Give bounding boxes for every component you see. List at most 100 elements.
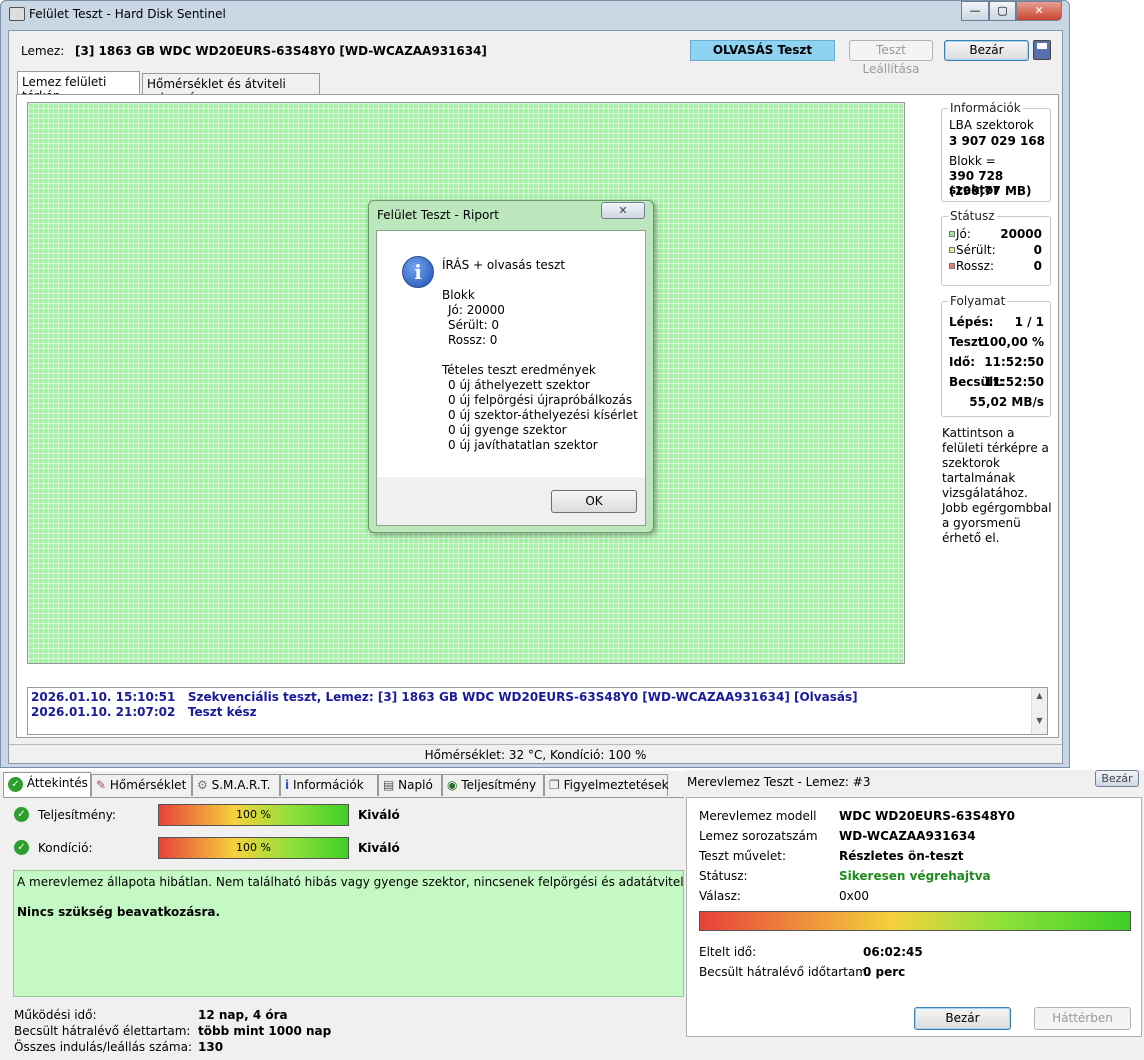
overview-panel: ✓ Áttekintés ✎ Hőmérséklet ⚙ S.M.A.R.T. … [0,771,757,1060]
disk-test-content: Merevlemez modell WDC WD20EURS-63S48Y0 L… [686,797,1142,1037]
elapsed-label: Eltelt idő: [699,945,757,959]
scroll-up-icon[interactable]: ▲ [1032,691,1047,700]
block-mb: (190,77 MB) [949,184,1032,198]
tab-temperature-speed[interactable]: Hőmérséklet és átviteli sebesség [142,73,320,105]
progress-box: Folyamat Lépés: 1 / 1 Teszt: 100,00 % Id… [941,294,1051,417]
model-label: Merevlemez modell [699,809,817,823]
report-result: 0 új szektor-áthelyezési kísérlet [448,408,638,422]
report-result: 0 új áthelyezett szektor [448,378,590,392]
progress-legend: Folyamat [948,294,1008,308]
window-title: Felület Teszt - Hard Disk Sentinel [29,7,226,21]
serial-label: Lemez sorozatszám [699,829,818,843]
hint-click: Kattintson a felületi térképre a szektor… [942,426,1049,500]
toolbar: Lemez: [3] 1863 GB WDC WD20EURS-63S48Y0 … [9,31,1062,76]
step-value: 1 / 1 [1014,315,1044,329]
time-label: Idő: [949,355,976,369]
info-icon: i [402,256,434,288]
info-legend: Információk [948,101,1023,115]
starts-label: Összes indulás/leállás száma: [14,1040,192,1054]
good-label: Jó: [956,227,971,241]
condition-label: Kondíció: [38,841,93,855]
remaining-label: Becsült hátralévő időtartam: [699,965,871,979]
lba-label: LBA szektorok [949,118,1034,132]
damaged-swatch [949,247,955,253]
report-result: 0 új gyenge szektor [448,423,567,437]
tab-log[interactable]: ▤ Napló [378,774,442,796]
status-legend: Státusz [948,209,997,223]
report-good: Jó: 20000 [448,303,505,317]
check-icon: ✓ [8,777,23,792]
tab-information[interactable]: i Információk [280,774,378,796]
disk-test-window: Merevlemez Teszt - Lemez: #3 Bezár Merev… [684,770,1144,1060]
time-value: 11:52:50 [984,355,1044,369]
info-tab-icon: i [285,778,290,792]
gauge-icon: ◉ [447,778,458,792]
speed-value: 55,02 MB/s [969,395,1044,409]
tab-alerts[interactable]: ❐ Figyelmeztetések [544,774,669,796]
log-date: 2026.01.10. 21:07:02 [31,705,176,719]
tab-overview[interactable]: ✓ Áttekintés [3,772,91,797]
save-icon-label [1037,43,1047,49]
condition-rating: Kiváló [358,841,400,855]
condition-bar: 100 % [158,837,349,859]
performance-rating: Kiváló [358,808,400,822]
damaged-label: Sérült: [956,243,996,257]
smart-icon: ⚙ [197,778,208,792]
minimize-button[interactable]: — [961,1,989,21]
report-footer: OK [377,477,645,525]
maximize-button[interactable]: ▢ [989,1,1016,21]
disk-test-title: Merevlemez Teszt - Lemez: #3 [687,775,871,789]
operation-value: Részletes ön-teszt [839,849,964,863]
background-button[interactable]: Háttérben [1034,1007,1131,1030]
disk-value: [3] 1863 GB WDC WD20EURS-63S48Y0 [WD-WCA… [75,44,487,58]
status-label: Státusz: [699,869,748,883]
report-heading: ÍRÁS + olvasás teszt [442,258,566,272]
block-label: Blokk = [949,154,996,168]
uptime-value: 12 nap, 4 óra [198,1008,288,1022]
info-box: Információk LBA szektorok 3 907 029 168 … [941,101,1051,202]
lifetime-value: több mint 1000 nap [198,1024,332,1038]
model-value: WDC WD20EURS-63S48Y0 [839,809,1015,823]
stop-test-button[interactable]: Teszt Leállítása [849,40,933,76]
scroll-down-icon[interactable]: ▼ [1032,716,1047,725]
report-content: i ÍRÁS + olvasás teszt Blokk Jó: 20000 S… [376,230,646,526]
title-bar: Felület Teszt - Hard Disk Sentinel — ▢ ✕ [1,1,1069,29]
log-scrollbar[interactable]: ▲ ▼ [1031,688,1047,734]
tab-surface-map[interactable]: Lemez felületi térkép [17,71,140,103]
report-close-button[interactable]: ✕ [601,202,645,219]
performance-label: Teljesítmény: [38,808,116,822]
good-swatch [949,231,955,237]
performance-bar: 100 % [158,804,349,826]
close-button[interactable]: Bezár [944,40,1029,61]
save-icon[interactable] [1033,40,1051,60]
close-window-button[interactable]: ✕ [1016,1,1062,21]
tab-temperature[interactable]: ✎ Hőmérséklet [91,774,192,796]
lifetime-label: Becsült hátralévő élettartam: [14,1024,191,1038]
log-line-1: 2026.01.10. 15:10:51 Szekvenciális teszt… [31,690,858,704]
log-box: 2026.01.10. 15:10:51 Szekvenciális teszt… [27,687,1048,735]
serial-value: WD-WCAZAA931634 [839,829,976,843]
log-date: 2026.01.10. 15:10:51 [31,690,176,704]
performance-ok-icon: ✓ [14,807,29,822]
report-dialog-title: Felület Teszt - Riport [377,208,499,222]
disk-label: Lemez: [21,44,65,58]
test-progress-bar [699,911,1131,931]
health-message-box: A merevlemez állapota hibátlan. Nem talá… [13,870,757,997]
status-bar: Hőmérséklet: 32 °C, Kondíció: 100 % [9,744,1062,764]
disk-test-close-button[interactable]: Bezár [1095,770,1139,787]
report-bad: Rossz: 0 [448,333,498,347]
report-dialog: Felület Teszt - Riport ✕ i ÍRÁS + olvasá… [368,200,654,533]
answer-value: 0x00 [839,889,870,903]
starts-value: 130 [198,1040,224,1054]
tab-smart[interactable]: ⚙ S.M.A.R.T. [192,774,280,796]
good-count: 20000 [1000,227,1042,241]
tab-performance[interactable]: ◉ Teljesítmény [442,774,544,796]
hint-right: Jobb egérgombbal a gyorsmenü érhető el. [942,501,1052,545]
ok-button[interactable]: OK [551,490,637,513]
lba-value: 3 907 029 168 [949,134,1046,148]
app-icon [9,7,25,21]
status-box: Státusz Jó: 20000 Sérült: 0 Rossz: 0 [941,209,1051,286]
thermometer-icon: ✎ [96,778,107,792]
log-line-2: 2026.01.10. 21:07:02 Teszt kész [31,705,257,719]
disk-test-close-action-button[interactable]: Bezár [914,1007,1011,1030]
